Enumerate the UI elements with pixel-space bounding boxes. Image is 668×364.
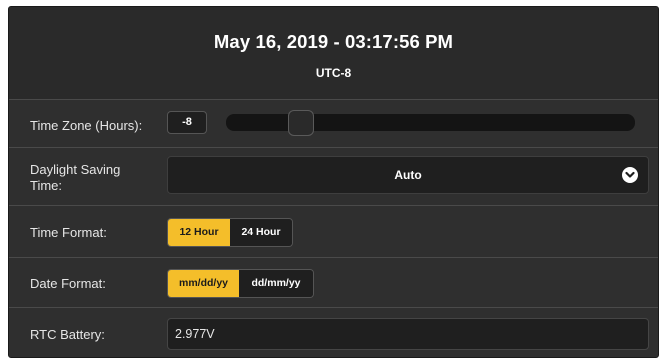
time-format-24-hour[interactable]: 24 Hour (230, 219, 292, 246)
rtc-battery-value: 2.977V (167, 318, 649, 350)
rtc-battery-row: RTC Battery: 2.977V (9, 307, 658, 357)
daylight-saving-label: Daylight Saving Time: (30, 162, 120, 194)
utc-offset: UTC-8 (315, 66, 352, 80)
time-format-toggle[interactable]: 12 Hour 24 Hour (167, 218, 293, 247)
current-datetime: May 16, 2019 - 03:17:56 PM (213, 31, 454, 52)
chevron-down-icon (622, 167, 638, 183)
time-zone-row: Time Zone (Hours): -8 (9, 99, 658, 147)
time-zone-value[interactable]: -8 (167, 111, 207, 134)
date-format-mm-dd-yy[interactable]: mm/dd/yy (168, 270, 239, 297)
date-format-toggle[interactable]: mm/dd/yy dd/mm/yy (167, 269, 314, 298)
rtc-battery-label: RTC Battery: (30, 327, 105, 342)
time-zone-slider-thumb[interactable] (287, 110, 314, 136)
time-format-label: Time Format: (30, 225, 107, 240)
time-format-12-hour[interactable]: 12 Hour (168, 219, 230, 246)
daylight-saving-selected: Auto (394, 168, 422, 182)
clock-header: May 16, 2019 - 03:17:56 PM UTC-8 (9, 7, 658, 99)
time-settings-panel: May 16, 2019 - 03:17:56 PM UTC-8 Time Zo… (8, 6, 659, 358)
daylight-saving-label-line1: Daylight Saving (30, 162, 121, 177)
date-format-label: Date Format: (30, 276, 106, 291)
date-format-dd-mm-yy[interactable]: dd/mm/yy (239, 270, 313, 297)
daylight-saving-label-line2: Time: (30, 178, 63, 193)
daylight-saving-select[interactable]: Auto (167, 156, 649, 194)
time-zone-label: Time Zone (Hours): (30, 118, 143, 133)
daylight-saving-row: Daylight Saving Time: Auto (9, 147, 658, 205)
date-format-row: Date Format: mm/dd/yy dd/mm/yy (9, 257, 658, 307)
time-format-row: Time Format: 12 Hour 24 Hour (9, 205, 658, 257)
